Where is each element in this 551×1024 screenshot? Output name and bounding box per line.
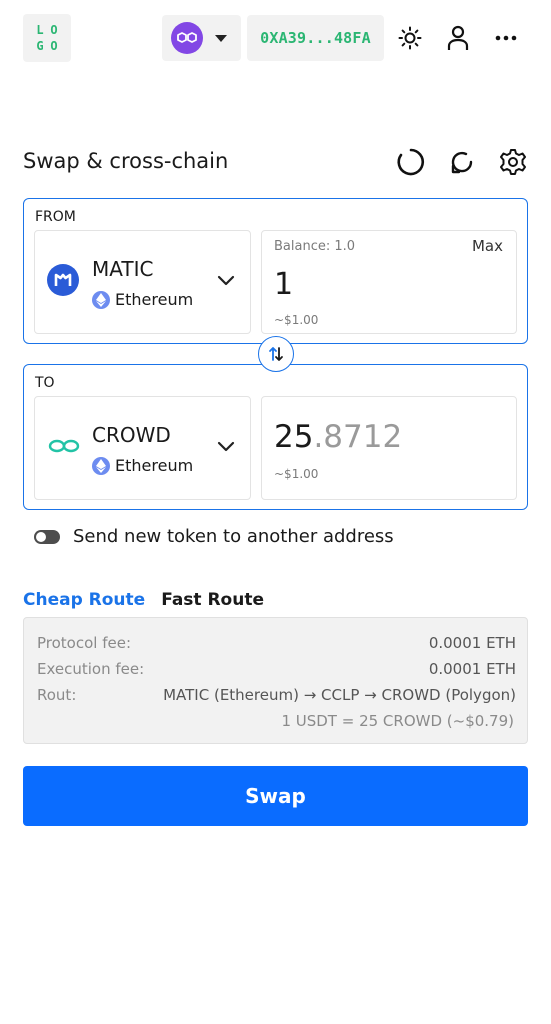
- from-chain: Ethereum: [92, 290, 193, 309]
- title-row: Swap & cross-chain: [23, 145, 529, 179]
- logo-letter: G: [36, 39, 44, 53]
- to-label: TO: [35, 375, 55, 391]
- from-amount-input[interactable]: [274, 267, 504, 302]
- to-amount-integer: 25: [274, 419, 314, 455]
- tab-cheap-route[interactable]: Cheap Route: [23, 590, 145, 610]
- protocol-fee-row: Protocol fee: 0.0001 ETH: [37, 634, 516, 652]
- rout-value: MATIC (Ethereum) → CCLP → CROWD (Polygon…: [163, 686, 516, 704]
- to-usd-value: ~$1.00: [274, 467, 319, 481]
- top-bar: L O G O 0XA39...48FA: [0, 14, 551, 62]
- from-balance: Balance: 1.0: [274, 239, 356, 254]
- route-details: Protocol fee: 0.0001 ETH Execution fee: …: [23, 617, 528, 744]
- swap-button[interactable]: Swap: [23, 766, 528, 826]
- from-amount-box: Balance: 1.0 Max ~$1.00: [261, 230, 517, 334]
- logo-letter: O: [50, 39, 58, 53]
- refresh-icon[interactable]: [446, 146, 478, 178]
- caret-down-icon: [215, 34, 227, 42]
- from-panel: FROM MATIC Ethereum Balance: 1.0 Max ~$1…: [23, 198, 528, 344]
- crowd-token-icon: [47, 430, 80, 462]
- to-chain-name: Ethereum: [115, 456, 194, 475]
- from-label: FROM: [35, 209, 76, 225]
- chevron-down-icon: [216, 273, 236, 287]
- from-token-selector[interactable]: MATIC Ethereum: [34, 230, 251, 334]
- ethereum-icon: [92, 456, 110, 475]
- matic-token-icon: [47, 264, 79, 296]
- from-chain-name: Ethereum: [115, 290, 194, 309]
- protocol-fee-value: 0.0001 ETH: [428, 634, 516, 652]
- route-tabs: Cheap Route Fast Route: [23, 590, 264, 610]
- to-amount: 25.8712: [274, 419, 402, 455]
- execution-fee-value: 0.0001 ETH: [428, 660, 516, 678]
- send-to-address-toggle[interactable]: [34, 529, 60, 544]
- ethereum-icon: [92, 290, 110, 309]
- chevron-down-icon: [216, 439, 236, 453]
- to-token-name: CROWD: [92, 423, 171, 447]
- from-usd-value: ~$1.00: [274, 313, 319, 327]
- send-to-address-row: Send new token to another address: [34, 526, 394, 547]
- rout-row: Rout: MATIC (Ethereum) → CCLP → CROWD (P…: [37, 686, 516, 704]
- logo[interactable]: L O G O: [23, 14, 71, 62]
- gear-icon[interactable]: [497, 146, 529, 178]
- tab-fast-route[interactable]: Fast Route: [161, 590, 264, 610]
- wallet-address-button[interactable]: 0XA39...48FA: [247, 15, 384, 61]
- to-panel: TO CROWD Ethereum 25.8712 ~$1.00: [23, 364, 528, 510]
- polygon-icon: [171, 22, 203, 54]
- logo-letter: O: [50, 23, 58, 37]
- more-icon[interactable]: [492, 24, 520, 52]
- execution-fee-row: Execution fee: 0.0001 ETH: [37, 660, 516, 678]
- to-amount-box: 25.8712 ~$1.00: [261, 396, 517, 500]
- send-to-address-label: Send new token to another address: [73, 526, 394, 547]
- user-icon[interactable]: [444, 24, 472, 52]
- to-chain: Ethereum: [92, 456, 193, 475]
- max-button[interactable]: Max: [472, 237, 503, 255]
- exchange-rate: 1 USDT = 25 CROWD (~$0.79): [281, 712, 514, 730]
- sun-icon[interactable]: [396, 24, 424, 52]
- rout-label: Rout:: [37, 686, 77, 704]
- page-title: Swap & cross-chain: [23, 149, 229, 173]
- protocol-fee-label: Protocol fee:: [37, 634, 132, 652]
- to-token-selector[interactable]: CROWD Ethereum: [34, 396, 251, 500]
- network-selector-button[interactable]: [162, 15, 241, 61]
- execution-fee-label: Execution fee:: [37, 660, 145, 678]
- to-amount-decimal: .8712: [313, 419, 403, 455]
- from-token-name: MATIC: [92, 257, 154, 281]
- swap-arrows-icon: [269, 347, 283, 361]
- logo-letter: L: [36, 23, 44, 37]
- loading-icon: [395, 146, 427, 178]
- flip-tokens-button[interactable]: [258, 336, 294, 372]
